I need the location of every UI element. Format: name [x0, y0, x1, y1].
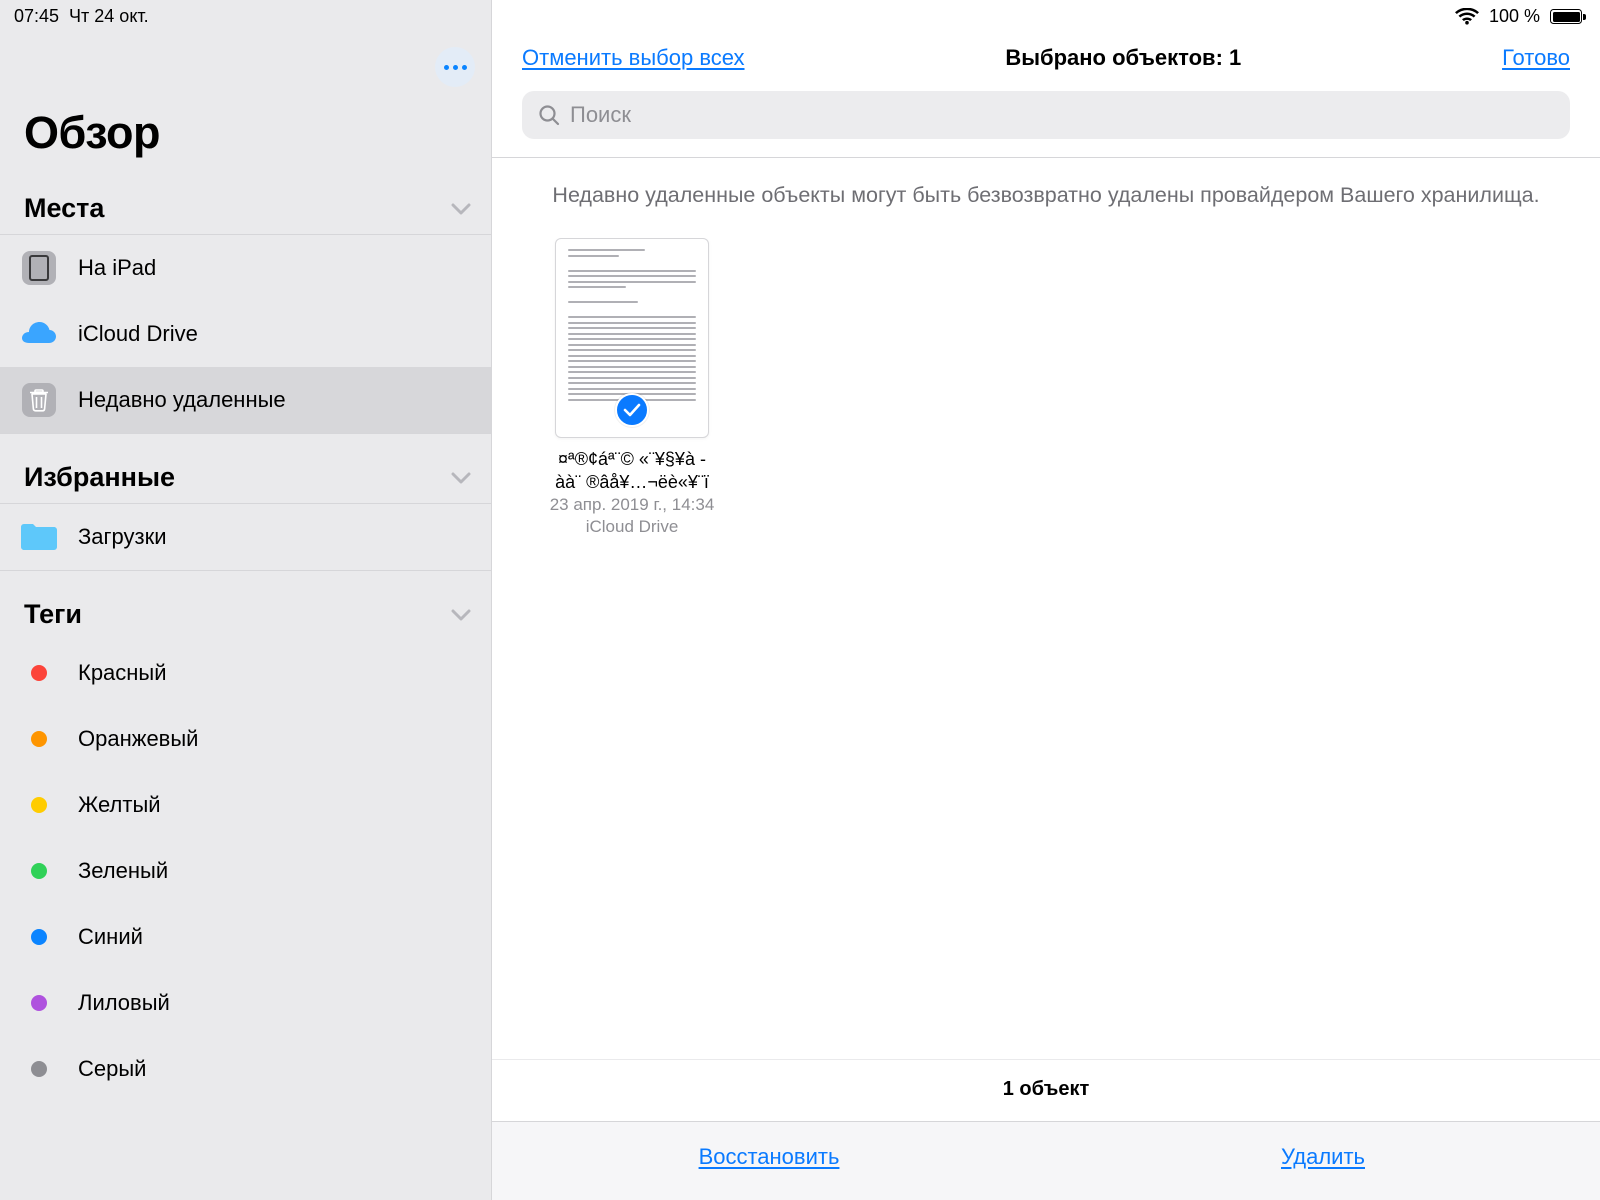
- sidebar-item-label: Загрузки: [78, 524, 475, 550]
- section-header-favorites[interactable]: Избранные: [0, 452, 491, 504]
- trash-icon: [18, 383, 60, 417]
- file-thumbnail: [555, 238, 709, 438]
- sidebar-item-label: Серый: [78, 1056, 475, 1082]
- file-date: 23 апр. 2019 г., 14:34: [550, 495, 715, 515]
- sidebar-item-downloads[interactable]: Загрузки: [0, 504, 491, 570]
- sidebar-item-on-ipad[interactable]: На iPad: [0, 235, 491, 301]
- status-bar-left: 07:45 Чт 24 окт.: [0, 0, 491, 33]
- sidebar-tag-blue[interactable]: Синий: [0, 904, 491, 970]
- search-input[interactable]: [570, 102, 1554, 128]
- sidebar-tag-orange[interactable]: Оранжевый: [0, 706, 491, 772]
- battery-percent: 100 %: [1489, 6, 1540, 27]
- status-date: Чт 24 окт.: [69, 6, 149, 27]
- more-button[interactable]: [435, 47, 475, 87]
- wifi-icon: [1455, 8, 1479, 26]
- tag-dot-icon: [18, 863, 60, 879]
- sidebar-item-recently-deleted[interactable]: Недавно удаленные: [0, 367, 491, 433]
- sidebar-tag-yellow[interactable]: Желтый: [0, 772, 491, 838]
- sidebar-item-label: Синий: [78, 924, 475, 950]
- item-count-summary: 1 объект: [492, 1059, 1600, 1121]
- section-header-tags[interactable]: Теги: [0, 589, 491, 640]
- deselect-all-button[interactable]: Отменить выбор всех: [522, 45, 745, 71]
- search-field[interactable]: [522, 91, 1570, 139]
- battery-icon: [1550, 9, 1582, 24]
- section-title: Теги: [24, 599, 82, 630]
- file-grid: ¤ª®¢áª¨© «¨¥§¥à - àà¨ ®âå¥…¬ëè«¥¨ï 23 ап…: [492, 238, 1600, 1059]
- tag-dot-icon: [18, 1061, 60, 1077]
- chevron-down-icon: [451, 608, 471, 622]
- sidebar-item-label: Красный: [78, 660, 475, 686]
- sidebar-item-label: Лиловый: [78, 990, 475, 1016]
- bottom-toolbar: Восстановить Удалить: [492, 1121, 1600, 1200]
- sidebar-item-label: Желтый: [78, 792, 475, 818]
- chevron-down-icon: [451, 471, 471, 485]
- section-header-places[interactable]: Места: [0, 183, 491, 235]
- delete-button[interactable]: Удалить: [1046, 1122, 1600, 1200]
- sidebar-item-label: iCloud Drive: [78, 321, 475, 347]
- info-banner: Недавно удаленные объекты могут быть без…: [492, 158, 1600, 238]
- sidebar: 07:45 Чт 24 окт. Обзор Места На iPad: [0, 0, 492, 1200]
- sidebar-item-icloud-drive[interactable]: iCloud Drive: [0, 301, 491, 367]
- tag-dot-icon: [18, 665, 60, 681]
- section-title: Избранные: [24, 462, 175, 493]
- status-bar-right: 100 %: [492, 0, 1600, 33]
- tag-dot-icon: [18, 731, 60, 747]
- tag-dot-icon: [18, 797, 60, 813]
- done-button[interactable]: Готово: [1502, 45, 1570, 71]
- sidebar-item-label: Недавно удаленные: [78, 387, 475, 413]
- page-title: Обзор: [0, 93, 491, 183]
- sidebar-item-label: На iPad: [78, 255, 475, 281]
- restore-button[interactable]: Восстановить: [492, 1122, 1046, 1200]
- sidebar-tag-purple[interactable]: Лиловый: [0, 970, 491, 1036]
- sidebar-item-label: Зеленый: [78, 858, 475, 884]
- section-title: Места: [24, 193, 104, 224]
- folder-icon: [18, 522, 60, 552]
- sidebar-tag-red[interactable]: Красный: [0, 640, 491, 706]
- nav-title: Выбрано объектов: 1: [1005, 45, 1241, 71]
- sidebar-item-label: Оранжевый: [78, 726, 475, 752]
- tag-dot-icon: [18, 995, 60, 1011]
- selected-check-icon: [615, 393, 649, 427]
- file-item[interactable]: ¤ª®¢áª¨© «¨¥§¥à - àà¨ ®âå¥…¬ëè«¥¨ï 23 ап…: [522, 238, 742, 537]
- sidebar-tag-green[interactable]: Зеленый: [0, 838, 491, 904]
- sidebar-tag-gray[interactable]: Серый: [0, 1036, 491, 1102]
- status-time: 07:45: [14, 6, 59, 27]
- file-location: iCloud Drive: [586, 517, 679, 537]
- main-content: 100 % Отменить выбор всех Выбрано объект…: [492, 0, 1600, 1200]
- file-name: ¤ª®¢áª¨© «¨¥§¥à - àà¨ ®âå¥…¬ëè«¥¨ï: [555, 448, 709, 493]
- ipad-icon: [18, 251, 60, 285]
- nav-bar: Отменить выбор всех Выбрано объектов: 1 …: [492, 33, 1600, 91]
- cloud-icon: [18, 321, 60, 347]
- search-icon: [538, 104, 560, 126]
- chevron-down-icon: [451, 202, 471, 216]
- tag-dot-icon: [18, 929, 60, 945]
